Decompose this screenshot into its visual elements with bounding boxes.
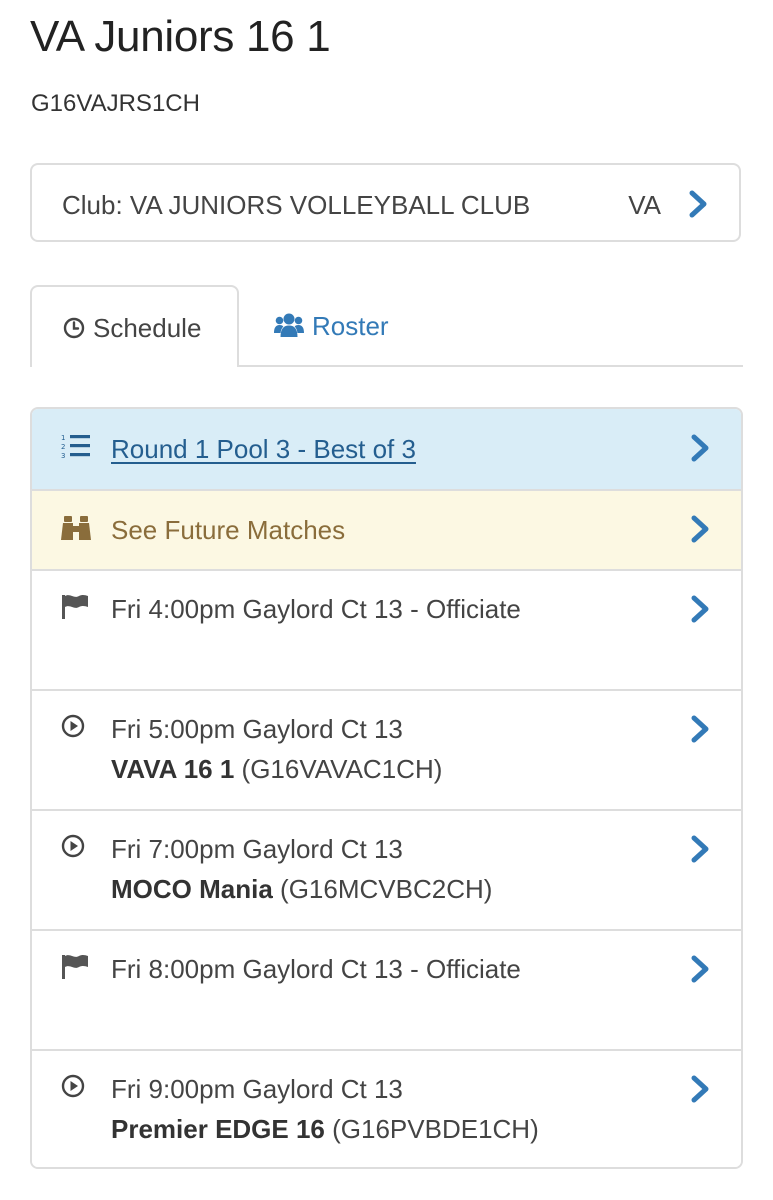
match-row[interactable]: Fri 9:00pm Gaylord Ct 13 Premier EDGE 16… (32, 1051, 741, 1167)
match-row[interactable]: Fri 5:00pm Gaylord Ct 13 VAVA 16 1 (G16V… (32, 691, 741, 811)
tab-bar: Schedule Roster (30, 285, 743, 367)
match-time: Fri 4:00pm Gaylord Ct 13 - Officiate (111, 594, 521, 624)
chevron-right-icon (691, 835, 709, 863)
play-circle-icon (61, 834, 85, 858)
match-time: Fri 8:00pm Gaylord Ct 13 - Officiate (111, 954, 521, 984)
flag-icon (62, 955, 88, 979)
team-page: VA Juniors 16 1 G16VAJRS1CH Club: VA JUN… (0, 0, 773, 1200)
play-circle-icon (61, 714, 85, 738)
match-details: Fri 9:00pm Gaylord Ct 13 Premier EDGE 16… (111, 1069, 539, 1149)
club-link[interactable]: Club: VA JUNIORS VOLLEYBALL CLUB VA (30, 163, 741, 242)
chevron-right-icon (691, 1075, 709, 1103)
opponent-code: (G16MCVBC2CH) (280, 874, 493, 904)
tab-schedule-label: Schedule (93, 313, 202, 343)
future-matches-row[interactable]: See Future Matches (32, 491, 741, 571)
match-row[interactable]: Fri 8:00pm Gaylord Ct 13 - Officiate (32, 931, 741, 1051)
match-row[interactable]: Fri 4:00pm Gaylord Ct 13 - Officiate (32, 571, 741, 691)
pool-link[interactable]: Round 1 Pool 3 - Best of 3 (111, 429, 416, 469)
opponent-name: Premier EDGE 16 (111, 1114, 325, 1144)
opponent-code: (G16PVBDE1CH) (332, 1114, 539, 1144)
pool-link-row[interactable]: 1 2 3 Round 1 Pool 3 - Best of 3 (32, 409, 741, 491)
chevron-right-icon (691, 434, 709, 462)
svg-text:3: 3 (61, 452, 65, 460)
team-title: VA Juniors 16 1 (30, 12, 331, 61)
club-state: VA (628, 190, 661, 220)
match-row[interactable]: Fri 7:00pm Gaylord Ct 13 MOCO Mania (G16… (32, 811, 741, 931)
future-matches-label: See Future Matches (111, 515, 346, 545)
users-icon (274, 313, 304, 337)
opponent-name: VAVA 16 1 (111, 754, 235, 784)
match-details: Fri 5:00pm Gaylord Ct 13 VAVA 16 1 (G16V… (111, 709, 442, 789)
match-details: Fri 7:00pm Gaylord Ct 13 MOCO Mania (G16… (111, 829, 492, 909)
svg-text:1: 1 (61, 434, 65, 442)
opponent-line: VAVA 16 1 (G16VAVAC1CH) (111, 749, 442, 789)
match-time: Fri 7:00pm Gaylord Ct 13 (111, 834, 403, 864)
svg-text:2: 2 (61, 443, 65, 451)
chevron-right-icon (691, 715, 709, 743)
schedule-list: 1 2 3 Round 1 Pool 3 - Best of 3 See Fut… (30, 407, 743, 1169)
club-label: Club: VA JUNIORS VOLLEYBALL CLUB (62, 190, 531, 220)
ordered-list-icon: 1 2 3 (61, 434, 90, 460)
tab-roster[interactable]: Roster (273, 285, 423, 365)
binoculars-icon (61, 516, 91, 540)
chevron-right-icon (689, 190, 707, 218)
play-circle-icon (61, 1074, 85, 1098)
flag-icon (62, 595, 88, 619)
opponent-code: (G16VAVAC1CH) (241, 754, 443, 784)
team-code: G16VAJRS1CH (31, 90, 200, 117)
opponent-line: MOCO Mania (G16MCVBC2CH) (111, 869, 492, 909)
clock-icon (63, 317, 85, 339)
opponent-line: Premier EDGE 16 (G16PVBDE1CH) (111, 1109, 539, 1149)
opponent-name: MOCO Mania (111, 874, 273, 904)
chevron-right-icon (691, 955, 709, 983)
match-time: Fri 5:00pm Gaylord Ct 13 (111, 714, 403, 744)
tab-schedule[interactable]: Schedule (30, 285, 239, 367)
chevron-right-icon (691, 595, 709, 623)
match-time: Fri 9:00pm Gaylord Ct 13 (111, 1074, 403, 1104)
tab-roster-label: Roster (312, 311, 389, 341)
chevron-right-icon (691, 515, 709, 543)
